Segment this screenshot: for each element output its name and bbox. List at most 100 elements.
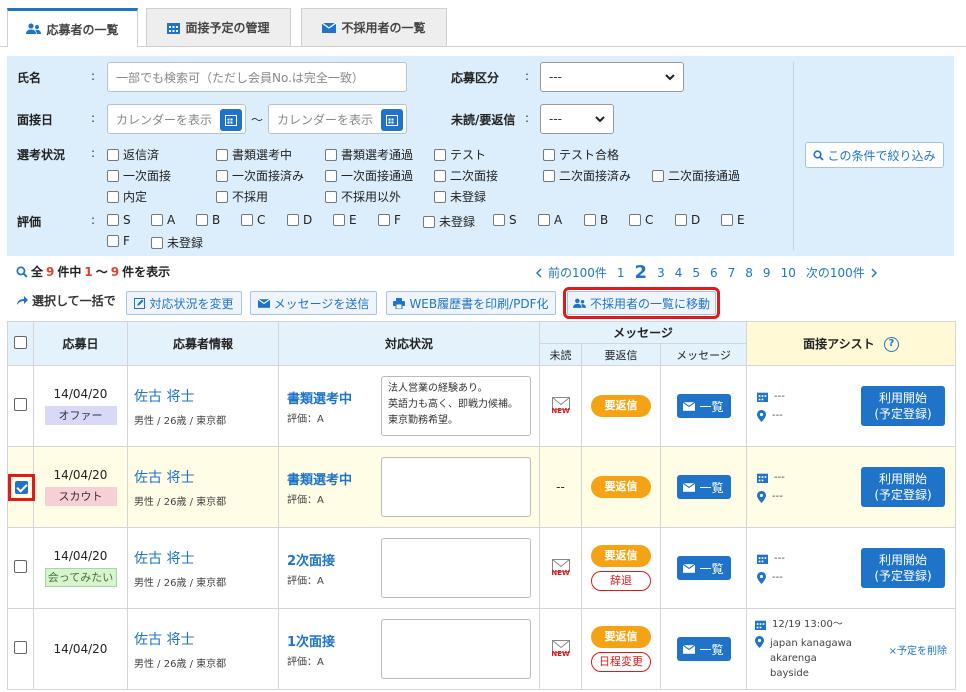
checkbox-box[interactable]: [287, 214, 299, 226]
checkbox-box[interactable]: [107, 235, 119, 247]
date-from-input[interactable]: カレンダーを表示: [107, 104, 246, 134]
checkbox-box[interactable]: [434, 169, 446, 182]
rating-checkbox[interactable]: F: [107, 234, 130, 248]
checkbox-box[interactable]: [107, 169, 119, 182]
rating-checkbox[interactable]: C: [241, 213, 265, 227]
checkbox-box[interactable]: [325, 148, 337, 161]
checkbox-box[interactable]: [493, 214, 505, 226]
rating-checkbox[interactable]: 未登録: [423, 213, 475, 230]
category-select[interactable]: ---: [540, 62, 684, 92]
page-link[interactable]: 9: [763, 266, 771, 280]
checkbox-box[interactable]: [216, 169, 228, 182]
page-link[interactable]: 7: [728, 266, 736, 280]
checkbox-box[interactable]: [652, 169, 664, 182]
status-checkbox[interactable]: テスト: [434, 146, 486, 163]
message-list-button[interactable]: 一覧: [676, 394, 731, 418]
rating-checkbox[interactable]: A: [151, 213, 175, 227]
applicant-name-link[interactable]: 佐古 将士: [128, 548, 278, 568]
reply-needed-badge[interactable]: 要返信: [591, 395, 651, 417]
rating-checkbox[interactable]: S: [107, 213, 131, 227]
message-list-button[interactable]: 一覧: [676, 475, 731, 499]
status-checkbox[interactable]: 二次面接: [434, 167, 498, 184]
row-checkbox[interactable]: [14, 560, 27, 573]
rating-checkbox[interactable]: C: [629, 213, 653, 227]
checkbox-box[interactable]: [434, 190, 446, 203]
status-checkbox[interactable]: テスト合格: [543, 146, 619, 163]
checkbox-box[interactable]: [538, 214, 550, 226]
rating-checkbox[interactable]: D: [287, 213, 312, 227]
page-link[interactable]: 2: [635, 262, 648, 283]
page-link[interactable]: 5: [692, 266, 700, 280]
rating-checkbox[interactable]: B: [584, 213, 608, 227]
checkbox-box[interactable]: [216, 148, 228, 161]
memo-box[interactable]: [381, 538, 531, 598]
checkbox-box[interactable]: [241, 214, 253, 226]
checkbox-box[interactable]: [333, 214, 345, 226]
memo-box[interactable]: 法人営業の経験あり。 英語力も高く、即戦力候補。 東京勤務希望。: [381, 376, 531, 436]
tab-applicants[interactable]: 応募者の一覧: [7, 8, 138, 47]
checkbox-box[interactable]: [543, 169, 555, 182]
date-to-input[interactable]: カレンダーを表示: [268, 104, 407, 134]
applicant-name-link[interactable]: 佐古 将士: [128, 467, 278, 487]
page-link[interactable]: 4: [675, 266, 683, 280]
page-link[interactable]: 6: [710, 266, 718, 280]
page-link[interactable]: 3: [657, 266, 665, 280]
status-checkbox[interactable]: 内定: [107, 188, 147, 205]
tab-rejected[interactable]: 不採用者の一覧: [301, 8, 447, 46]
status-checkbox[interactable]: 不採用: [216, 188, 268, 205]
checkbox-box[interactable]: [434, 148, 446, 161]
checkbox-box[interactable]: [325, 190, 337, 203]
status-link[interactable]: 1次面接: [287, 631, 335, 650]
status-link[interactable]: 2次面接: [287, 550, 335, 569]
status-checkbox[interactable]: 返信済: [107, 146, 159, 163]
reply-needed-badge[interactable]: 要返信: [591, 626, 651, 648]
chevron-right-icon[interactable]: [870, 268, 878, 278]
checkbox-box[interactable]: [216, 190, 228, 203]
checkbox-box[interactable]: [107, 190, 119, 203]
row-checkbox[interactable]: [15, 480, 28, 494]
delete-schedule-link[interactable]: ×予定を削除: [889, 642, 947, 657]
rating-checkbox[interactable]: E: [721, 213, 745, 227]
checkbox-box[interactable]: [378, 214, 390, 226]
rating-checkbox[interactable]: A: [538, 213, 562, 227]
secondary-action-button[interactable]: 辞退: [591, 571, 651, 591]
narrow-search-button[interactable]: この条件で絞り込み: [805, 142, 944, 168]
checkbox-box[interactable]: [721, 214, 733, 226]
status-checkbox[interactable]: 一次面接済み: [216, 167, 304, 184]
checkbox-box[interactable]: [107, 148, 119, 161]
calendar-button[interactable]: [220, 109, 242, 131]
start-assist-button[interactable]: 利用開始 (予定登録): [861, 467, 946, 507]
next-page-link[interactable]: 次の100件: [806, 264, 865, 281]
status-checkbox[interactable]: 二次面接通過: [652, 167, 740, 184]
start-assist-button[interactable]: 利用開始 (予定登録): [861, 548, 946, 588]
status-checkbox[interactable]: 書類選考中: [216, 146, 292, 163]
row-checkbox[interactable]: [14, 398, 27, 411]
applicant-name-link[interactable]: 佐古 将士: [128, 629, 278, 649]
checkbox-box[interactable]: [629, 214, 641, 226]
rating-checkbox[interactable]: S: [493, 213, 517, 227]
memo-box[interactable]: [381, 619, 531, 679]
checkbox-box[interactable]: [584, 214, 596, 226]
unread-select[interactable]: ---: [540, 104, 614, 134]
page-link[interactable]: 1: [617, 266, 625, 280]
reply-needed-badge[interactable]: 要返信: [591, 545, 651, 567]
status-checkbox[interactable]: 一次面接: [107, 167, 171, 184]
calendar-button[interactable]: [381, 109, 403, 131]
reply-needed-badge[interactable]: 要返信: [591, 476, 651, 498]
status-checkbox[interactable]: 不採用以外: [325, 188, 401, 205]
move-to-rejected-button[interactable]: 不採用者の一覧に移動: [563, 287, 720, 319]
applicant-name-link[interactable]: 佐古 将士: [128, 386, 278, 406]
message-list-button[interactable]: 一覧: [676, 556, 731, 580]
checkbox-box[interactable]: [423, 215, 435, 228]
secondary-action-button[interactable]: 日程変更: [591, 652, 651, 672]
status-link[interactable]: 書類選考中: [287, 388, 352, 407]
prev-page-link[interactable]: 前の100件: [548, 264, 607, 281]
start-assist-button[interactable]: 利用開始 (予定登録): [861, 386, 946, 426]
row-checkbox[interactable]: [14, 641, 27, 654]
send-message-button[interactable]: メッセージを送信: [250, 291, 377, 315]
status-checkbox[interactable]: 二次面接済み: [543, 167, 631, 184]
page-link[interactable]: 10: [781, 266, 796, 280]
page-link[interactable]: 8: [745, 266, 753, 280]
rating-checkbox[interactable]: F: [378, 213, 401, 227]
rating-checkbox[interactable]: B: [196, 213, 220, 227]
